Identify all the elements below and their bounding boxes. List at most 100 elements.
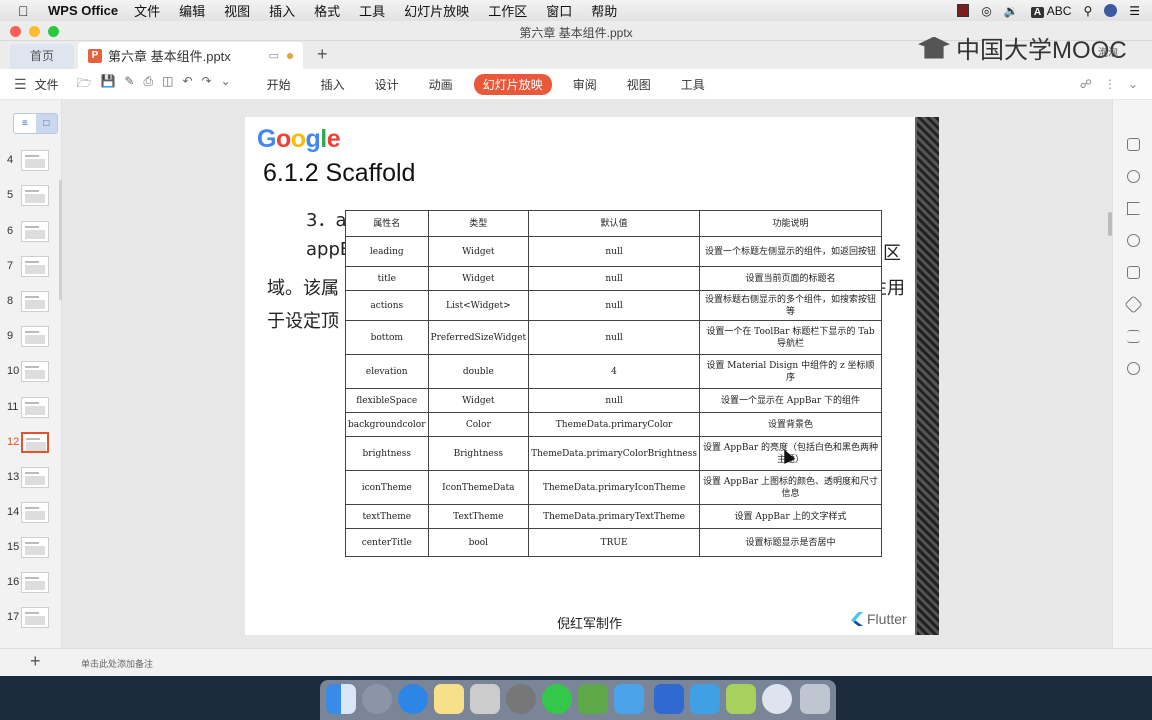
- wifi-icon[interactable]: ◎: [981, 4, 991, 18]
- slide-thumbnail-8[interactable]: 8: [7, 288, 55, 314]
- search-icon[interactable]: ⚲: [1083, 4, 1092, 18]
- print-preview-icon[interactable]: ◫: [162, 74, 173, 95]
- slide-thumbnail-15[interactable]: 15: [7, 534, 55, 560]
- safari-icon[interactable]: [398, 684, 428, 714]
- slide-body-line1[interactable]: 3．a: [306, 206, 346, 232]
- design-icon[interactable]: [1127, 202, 1140, 215]
- file-menu-button[interactable]: 文件: [35, 76, 59, 93]
- slide-body-line4-left[interactable]: 于设定顶: [267, 307, 339, 333]
- print-icon[interactable]: ⎙: [143, 74, 153, 95]
- finder-icon[interactable]: [326, 684, 356, 714]
- new-tab-button[interactable]: +: [317, 42, 328, 69]
- shape-style-icon[interactable]: [1127, 170, 1140, 183]
- input-method-icon[interactable]: A ABC: [1030, 4, 1071, 18]
- ribbon-tab-insert[interactable]: 插入: [321, 74, 345, 95]
- slide-thumbnail-7[interactable]: 7: [7, 253, 55, 279]
- android-studio-icon[interactable]: [578, 684, 608, 714]
- menu-app-name[interactable]: WPS Office: [48, 3, 118, 18]
- ribbon-tab-animation[interactable]: 动画: [429, 74, 453, 95]
- format-painter-icon[interactable]: ✎: [124, 74, 134, 95]
- table-cell: null: [528, 236, 700, 267]
- undo-icon[interactable]: ↶: [182, 74, 192, 95]
- slide-number: 10: [7, 365, 20, 377]
- table-cell: Color: [427, 412, 530, 437]
- menu-format[interactable]: 格式: [314, 1, 340, 20]
- trash-icon[interactable]: [800, 684, 830, 714]
- table-cell: 4: [528, 354, 700, 389]
- redo-icon[interactable]: ↷: [202, 74, 212, 95]
- notes-placeholder[interactable]: 单击此处添加备注: [81, 657, 153, 670]
- slide-thumbnail-5[interactable]: 5: [7, 182, 55, 208]
- numbers-app-icon[interactable]: [726, 684, 756, 714]
- apple-icon[interactable]: : [18, 3, 34, 19]
- menu-view[interactable]: 视图: [224, 1, 250, 20]
- xcode-icon[interactable]: [690, 684, 720, 714]
- slide-number: 11: [7, 401, 19, 413]
- launchpad-icon[interactable]: [362, 684, 392, 714]
- tab-document[interactable]: P 第六章 基本组件.pptx ▭: [78, 42, 303, 69]
- menu-help[interactable]: 帮助: [591, 1, 617, 20]
- wechat-icon[interactable]: [542, 684, 572, 714]
- ribbon-tab-review[interactable]: 审阅: [573, 74, 597, 95]
- share-icon[interactable]: ☍: [1080, 77, 1092, 91]
- outline-view-icon[interactable]: ≡: [14, 114, 36, 133]
- menu-window[interactable]: 窗口: [546, 1, 572, 20]
- table-cell: centerTitle: [345, 528, 429, 557]
- system-preferences-icon[interactable]: [506, 684, 536, 714]
- menu-tools[interactable]: 工具: [359, 1, 385, 20]
- menu-insert[interactable]: 插入: [269, 1, 295, 20]
- menu-slideshow[interactable]: 幻灯片放映: [404, 1, 469, 20]
- wps-writer-icon[interactable]: [654, 684, 684, 714]
- cloud-app-icon[interactable]: [762, 684, 792, 714]
- slide-view-icon[interactable]: □: [35, 114, 57, 133]
- menu-edit[interactable]: 编辑: [179, 1, 205, 20]
- ribbon-tab-home[interactable]: 开始: [267, 74, 291, 95]
- object-properties-icon[interactable]: [1127, 138, 1140, 151]
- slide-thumbnail-9[interactable]: 9: [7, 323, 55, 349]
- menu-file[interactable]: 文件: [134, 1, 160, 20]
- settings-sliders-icon[interactable]: [1127, 330, 1140, 343]
- ribbon-tab-tools[interactable]: 工具: [681, 74, 705, 95]
- more-dropdown-icon[interactable]: ⌄: [221, 74, 231, 95]
- slide-layout-icon[interactable]: [1127, 266, 1140, 279]
- ribbon-tab-slideshow[interactable]: 幻灯片放映: [473, 73, 552, 95]
- table-cell: Widget: [427, 236, 530, 267]
- slide-thumbnail-12[interactable]: 12: [7, 429, 55, 455]
- hamburger-menu-icon[interactable]: ☰: [14, 76, 27, 93]
- table-cell: 设置当前页面的标题名: [698, 266, 882, 291]
- folder-icon[interactable]: [614, 684, 644, 714]
- tab-home[interactable]: 首页: [10, 44, 74, 69]
- control-center-icon[interactable]: ☰: [1129, 4, 1140, 18]
- ribbon-tab-view[interactable]: 视图: [627, 74, 651, 95]
- slide-thumbnail-14[interactable]: 14: [7, 499, 55, 525]
- table-row: brightness Brightness ThemeData.primaryCol…: [345, 436, 882, 471]
- favorites-icon[interactable]: [1124, 295, 1143, 314]
- slide-body-line3-left[interactable]: 域。该属: [267, 274, 339, 300]
- volume-icon[interactable]: 🔉: [1004, 4, 1019, 18]
- more-options-icon[interactable]: ⋮: [1104, 77, 1116, 91]
- animation-pane-icon[interactable]: [1127, 234, 1140, 247]
- history-icon[interactable]: [1127, 362, 1140, 375]
- slide-thumbnail-4[interactable]: 4: [7, 147, 55, 173]
- slide-thumbnail-17[interactable]: 17: [7, 604, 55, 630]
- slide-title[interactable]: 6.1.2 Scaffold: [263, 159, 415, 188]
- user-avatar-icon[interactable]: [1104, 4, 1118, 17]
- add-slide-button[interactable]: +: [30, 651, 41, 672]
- slide-thumbnail-11[interactable]: 11: [7, 394, 55, 420]
- slide-thumbnail-10[interactable]: 10: [7, 358, 55, 384]
- screenshot-app-icon[interactable]: [470, 684, 500, 714]
- google-logo: Google: [257, 125, 341, 153]
- menu-workspace[interactable]: 工作区: [488, 1, 527, 20]
- open-folder-icon[interactable]: 🗁: [77, 74, 92, 95]
- slide-thumbnail-16[interactable]: 16: [7, 569, 55, 595]
- ribbon-tab-design[interactable]: 设计: [375, 74, 399, 95]
- collapse-ribbon-icon[interactable]: ⌄: [1128, 77, 1138, 91]
- slide-thumbnail-6[interactable]: 6: [7, 218, 55, 244]
- slide-thumbnail-13[interactable]: 13: [7, 464, 55, 490]
- save-icon[interactable]: 💾: [100, 74, 115, 95]
- screen-record-icon[interactable]: [957, 4, 970, 17]
- notes-app-icon[interactable]: [434, 684, 464, 714]
- monitor-icon[interactable]: ▭: [269, 49, 279, 62]
- appbar-properties-table[interactable]: 属性名 类型 默认值 功能说明 leading Widget null 设置一个标题左…: [345, 210, 882, 557]
- current-slide[interactable]: Google 6.1.2 Scaffold 3．a appB 的顶部区 域。该属…: [245, 117, 939, 635]
